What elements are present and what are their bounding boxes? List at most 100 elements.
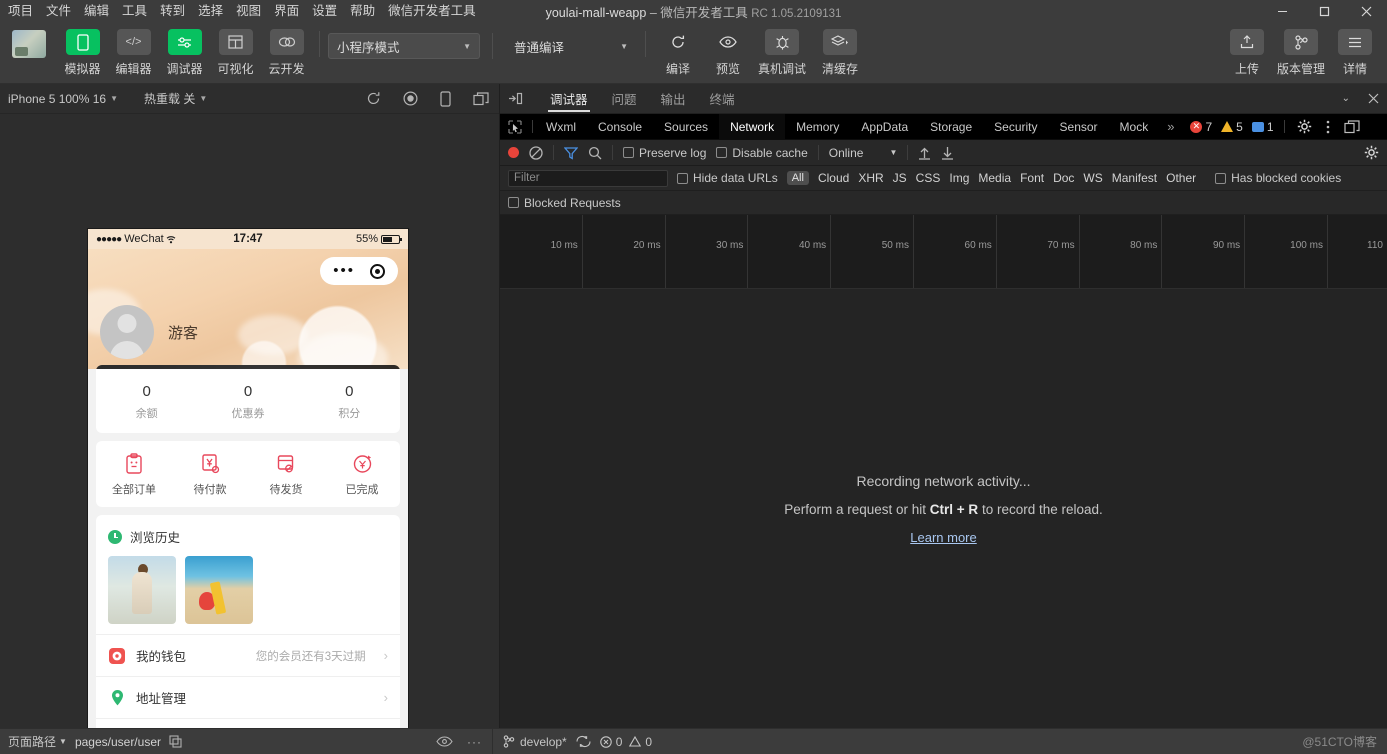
wechat-capsule[interactable]: ••• xyxy=(320,257,398,285)
list-item-wallet[interactable]: 我的钱包 您的会员还有3天过期 › xyxy=(96,634,400,676)
menu-item-file[interactable]: 文件 xyxy=(46,0,71,22)
panel-tab-sources[interactable]: Sources xyxy=(653,114,719,139)
menu-item-tools[interactable]: 工具 xyxy=(122,0,147,22)
inspect-element-icon[interactable] xyxy=(500,114,530,139)
close-button[interactable] xyxy=(1345,0,1387,22)
stat-coupon[interactable]: 0 优惠券 xyxy=(197,383,298,421)
toolbar-button-version-control[interactable]: 版本管理 xyxy=(1273,28,1329,77)
toolbar-button-compile[interactable]: 编译 xyxy=(654,28,702,77)
filter-type-xhr[interactable]: XHR xyxy=(858,171,883,185)
rotate-icon[interactable] xyxy=(366,91,381,106)
dock-left-icon[interactable] xyxy=(508,92,530,105)
filter-type-all[interactable]: All xyxy=(786,171,809,185)
panel-tab-security[interactable]: Security xyxy=(983,114,1048,139)
toolbar-button-clear-cache[interactable]: 清缓存 xyxy=(812,28,868,77)
toolbar-button-editor[interactable]: </> 编辑器 xyxy=(109,28,158,77)
panel-tab-console[interactable]: Console xyxy=(587,114,653,139)
copy-icon[interactable] xyxy=(169,735,182,748)
maximize-button[interactable] xyxy=(1303,0,1345,22)
panel-tab-network[interactable]: Network xyxy=(719,114,786,139)
upload-arrow-icon[interactable] xyxy=(918,146,931,160)
current-page-path[interactable]: pages/user/user xyxy=(75,735,161,749)
capsule-menu-icon[interactable]: ••• xyxy=(333,263,355,278)
toolbar-button-debugger[interactable]: 调试器 xyxy=(160,28,209,77)
filter-type-other[interactable]: Other xyxy=(1166,171,1196,185)
panel-tab-mock[interactable]: Mock xyxy=(1109,114,1160,139)
issue-counts[interactable]: ✕ 7 5 1 xyxy=(1182,114,1281,139)
blocked-requests-checkbox[interactable]: Blocked Requests xyxy=(508,196,621,210)
device-select[interactable]: iPhone 5 100% 16 ▼ xyxy=(8,92,118,106)
devtools-tab-terminal[interactable]: 终端 xyxy=(698,84,747,114)
filter-type-media[interactable]: Media xyxy=(978,171,1011,185)
popout-icon[interactable] xyxy=(473,91,489,106)
devtools-tab-debugger[interactable]: 调试器 xyxy=(538,84,600,114)
kebab-icon[interactable] xyxy=(1326,120,1330,134)
order-all[interactable]: 全部订单 xyxy=(96,453,172,497)
warning-count-group[interactable]: 5 xyxy=(1221,120,1243,134)
menu-item-interface[interactable]: 界面 xyxy=(274,0,299,22)
order-pending-payment[interactable]: 待付款 xyxy=(172,453,248,497)
gear-icon[interactable] xyxy=(1364,145,1379,160)
product-thumb-1[interactable] xyxy=(108,556,176,624)
order-pending-shipment[interactable]: 待发货 xyxy=(248,453,324,497)
minimize-button[interactable] xyxy=(1261,0,1303,22)
stat-balance[interactable]: 0 余额 xyxy=(96,383,197,421)
member-banner[interactable]: ◇ 有来会员 立即开通 xyxy=(96,365,400,369)
panel-tab-sensor[interactable]: Sensor xyxy=(1049,114,1109,139)
menu-item-view[interactable]: 视图 xyxy=(236,0,261,22)
target-icon[interactable] xyxy=(369,263,385,279)
toolbar-button-remote-debug[interactable]: 真机调试 xyxy=(754,28,810,77)
hot-reload-select[interactable]: 热重载 关 ▼ xyxy=(144,90,207,107)
filter-type-doc[interactable]: Doc xyxy=(1053,171,1074,185)
panel-tab-memory[interactable]: Memory xyxy=(785,114,850,139)
menu-item-project[interactable]: 项目 xyxy=(8,0,33,22)
panel-tab-appdata[interactable]: AppData xyxy=(850,114,919,139)
devtools-tab-problems[interactable]: 问题 xyxy=(600,84,649,114)
filter-type-manifest[interactable]: Manifest xyxy=(1112,171,1157,185)
list-item-address[interactable]: 地址管理 › xyxy=(96,676,400,718)
toolbar-button-preview[interactable]: 预览 xyxy=(704,28,752,77)
toolbar-button-simulator[interactable]: 模拟器 xyxy=(58,28,107,77)
download-arrow-icon[interactable] xyxy=(941,146,954,160)
compile-select[interactable]: 普通编译 ▼ xyxy=(505,33,637,59)
sync-icon[interactable] xyxy=(576,735,591,748)
filter-type-cloud[interactable]: Cloud xyxy=(818,171,849,185)
gear-icon[interactable] xyxy=(1297,119,1312,134)
filter-type-css[interactable]: CSS xyxy=(916,171,941,185)
filter-type-font[interactable]: Font xyxy=(1020,171,1044,185)
error-count-group[interactable]: ✕ 7 xyxy=(1190,120,1212,134)
order-completed[interactable]: 已完成 xyxy=(324,453,400,497)
page-path-select[interactable]: 页面路径 ▼ xyxy=(8,733,67,750)
has-blocked-cookies-checkbox[interactable]: Has blocked cookies xyxy=(1215,171,1341,185)
devtools-tab-output[interactable]: 输出 xyxy=(649,84,698,114)
network-timeline[interactable]: 10 ms 20 ms 30 ms 40 ms 50 ms 60 ms 70 m… xyxy=(500,215,1387,289)
hide-data-urls-checkbox[interactable]: Hide data URLs xyxy=(677,171,778,185)
toolbar-button-details[interactable]: 详情 xyxy=(1331,28,1379,77)
menu-item-goto[interactable]: 转到 xyxy=(160,0,185,22)
menu-item-help[interactable]: 帮助 xyxy=(350,0,375,22)
menu-item-edit[interactable]: 编辑 xyxy=(84,0,109,22)
info-count-group[interactable]: 1 xyxy=(1251,120,1274,134)
funnel-icon[interactable] xyxy=(564,146,578,160)
filter-type-js[interactable]: JS xyxy=(893,171,907,185)
stat-points[interactable]: 0 积分 xyxy=(299,383,400,421)
overflow-icon[interactable]: ··· xyxy=(467,735,482,749)
menu-item-select[interactable]: 选择 xyxy=(198,0,223,22)
filter-type-img[interactable]: Img xyxy=(949,171,969,185)
phone-simulator[interactable]: ●●●●● WeChat 17:47 55% ••• 游客 0 余额 0 优惠券… xyxy=(88,229,408,754)
user-profile[interactable]: 游客 xyxy=(100,305,198,359)
toolbar-button-upload[interactable]: 上传 xyxy=(1223,28,1271,77)
learn-more-link[interactable]: Learn more xyxy=(910,530,976,545)
record-icon[interactable] xyxy=(403,91,418,106)
eye-icon[interactable] xyxy=(436,736,453,747)
popout-icon[interactable] xyxy=(1343,119,1360,134)
menu-item-settings[interactable]: 设置 xyxy=(312,0,337,22)
panel-tab-wxml[interactable]: Wxml xyxy=(535,114,587,139)
panel-tabs-more-icon[interactable]: » xyxy=(1159,114,1182,139)
disable-cache-checkbox[interactable]: Disable cache xyxy=(716,146,808,160)
mode-select[interactable]: 小程序模式 ▼ xyxy=(328,33,480,59)
preserve-log-checkbox[interactable]: Preserve log xyxy=(623,146,706,160)
throttle-select[interactable]: Online ▼ xyxy=(829,146,898,160)
product-thumb-2[interactable] xyxy=(185,556,253,624)
toolbar-button-visualization[interactable]: 可视化 xyxy=(211,28,260,77)
